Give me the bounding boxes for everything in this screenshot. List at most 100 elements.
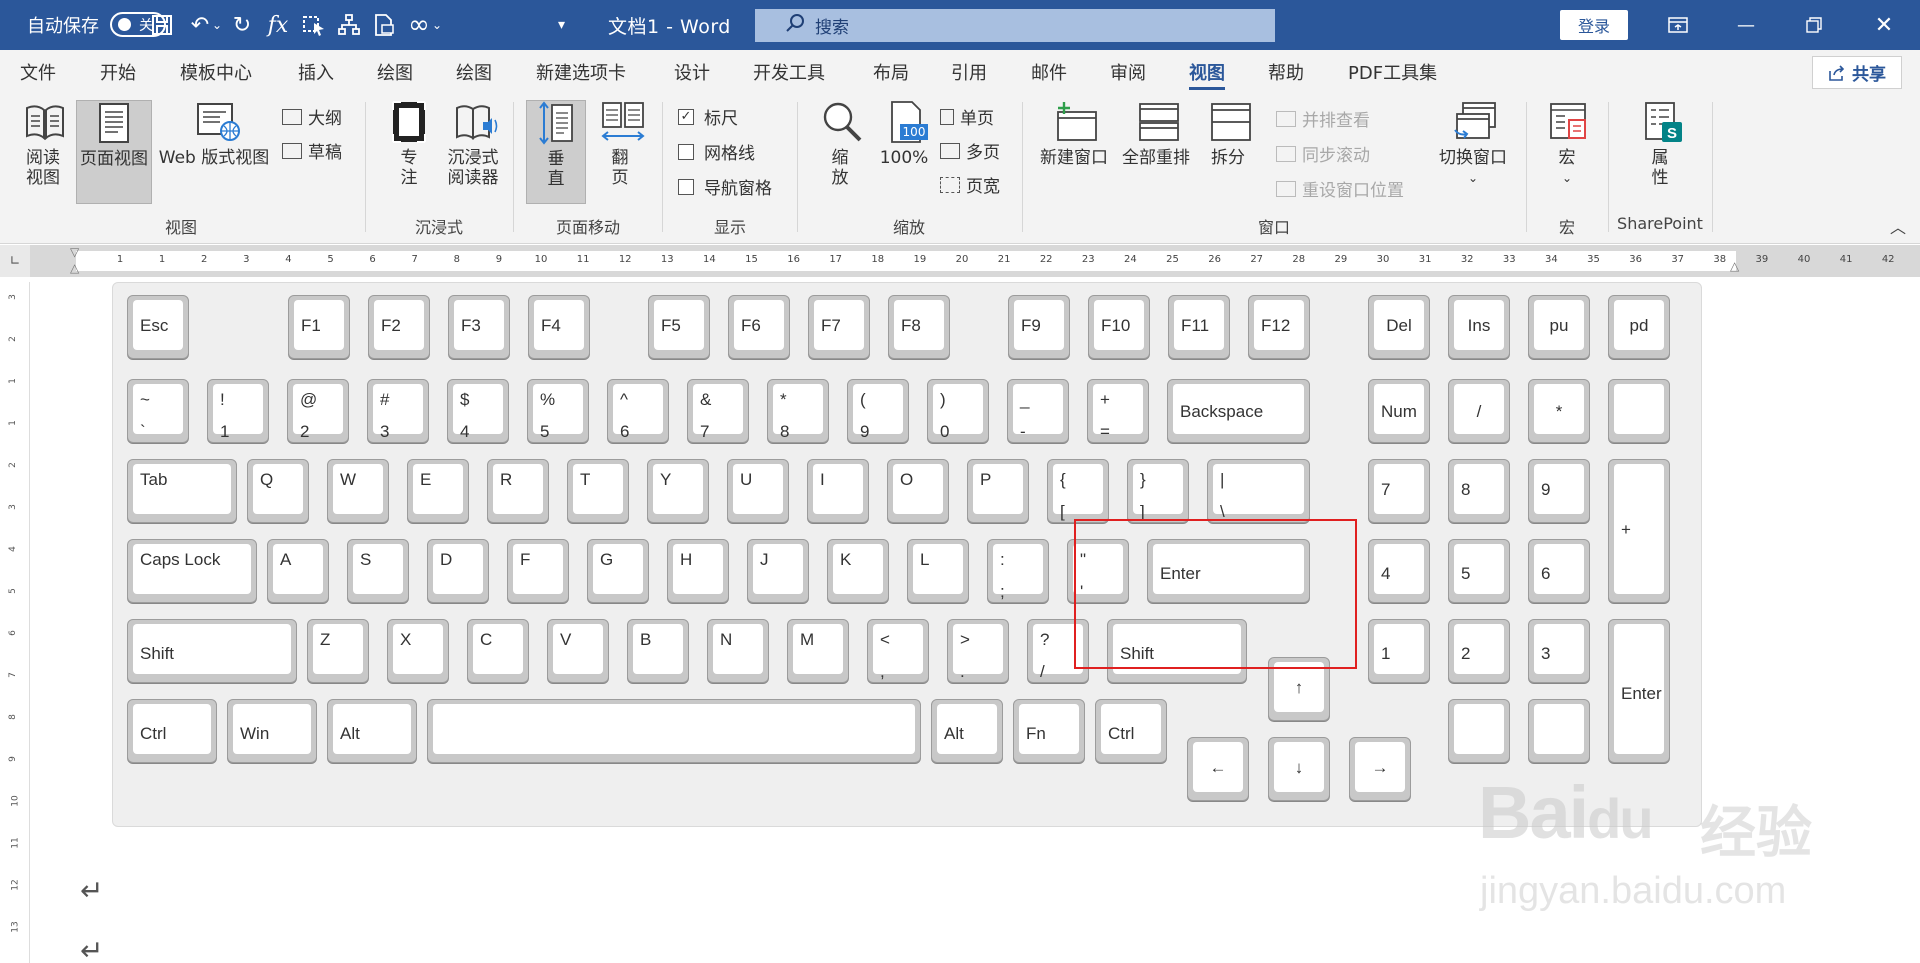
reset-position-icon [1276, 180, 1296, 197]
tab-insert[interactable]: 插入 [298, 50, 334, 94]
reset-position-label: 重设窗口位置 [1302, 181, 1404, 201]
tab-draw-1[interactable]: 绘图 [377, 50, 413, 94]
zoom-button[interactable]: 缩 放 [812, 100, 868, 204]
document-check-icon[interactable] [368, 0, 400, 50]
login-button[interactable]: 登录 [1560, 10, 1628, 40]
print-layout-button[interactable]: 页面视图 [76, 100, 152, 204]
key-5: % 5 [527, 379, 589, 443]
nav-pane-checkbox[interactable]: 导航窗格 [678, 174, 772, 199]
arrange-all-button[interactable]: 全部重排 [1116, 100, 1196, 204]
one-page-button[interactable]: 单页 [940, 104, 994, 129]
tab-templates[interactable]: 模板中心 [180, 50, 252, 94]
minimize-icon[interactable]: — [1718, 0, 1774, 50]
tab-mailings[interactable]: 邮件 [1031, 50, 1067, 94]
vertical-ruler[interactable]: 3 2 1 1 2 3 4 5 6 7 8 9 10 11 12 13 [8, 282, 30, 963]
draft-button[interactable]: 草稿 [282, 138, 342, 163]
reset-window-position-button[interactable]: 重设窗口位置 [1276, 176, 1404, 201]
key-y: Y [647, 459, 709, 523]
org-chart-icon[interactable] [333, 0, 365, 50]
split-icon [1208, 100, 1251, 144]
undo-dropdown-icon[interactable]: ⌄ [212, 0, 222, 50]
web-layout-button[interactable]: Web 版式视图 [154, 100, 274, 204]
macros-label: 宏 [1558, 148, 1576, 168]
restore-icon[interactable] [1786, 0, 1842, 50]
focus-label-1: 专 [400, 148, 418, 168]
side-to-side-button[interactable]: 翻 页 [590, 100, 650, 204]
key-alt-right: Alt [931, 699, 1003, 763]
ruler-tick-label: 33 [1502, 254, 1516, 265]
left-indent-marker[interactable]: △ [70, 261, 79, 275]
horizontal-ruler[interactable]: 1 1 2 3 4 5 6 7 8 9 10 11 12 13 14 15 16 17 18 19 20 21 22 23 24… [30, 245, 1920, 277]
share-button[interactable]: 共享 [1812, 56, 1902, 89]
key-4: $4 [447, 379, 509, 443]
vertical-ruler-tick-label: 9 [7, 756, 18, 762]
vertical-ruler-tick-label: 2 [7, 336, 18, 342]
key-e: E [407, 459, 469, 523]
tab-file[interactable]: 文件 [20, 50, 56, 94]
tab-review[interactable]: 审阅 [1110, 50, 1146, 94]
draft-icon [282, 142, 302, 159]
select-objects-icon[interactable] [298, 0, 330, 50]
tab-new-tab[interactable]: 新建选项卡 [536, 50, 626, 94]
zoom-100-button[interactable]: 100 100% [872, 100, 936, 204]
page-width-button[interactable]: 页宽 [940, 172, 1000, 197]
key-f4: F4 [528, 295, 590, 359]
tab-layout[interactable]: 布局 [873, 50, 909, 94]
key-l: L [907, 539, 969, 603]
close-icon[interactable]: ✕ [1856, 0, 1912, 50]
tab-view[interactable]: 视图 [1189, 50, 1225, 94]
more-dropdown-icon[interactable]: ⌄ [432, 0, 442, 50]
tab-help[interactable]: 帮助 [1268, 50, 1304, 94]
read-mode-label-2: 视图 [26, 168, 60, 188]
split-button[interactable]: 拆分 [1196, 100, 1260, 204]
key-f: F [507, 539, 569, 603]
gridlines-checkbox[interactable]: 网格线 [678, 139, 755, 164]
properties-button[interactable]: S 属 性 [1630, 100, 1690, 204]
tab-developer[interactable]: 开发工具 [753, 50, 825, 94]
paragraph-mark-2: ↵ [80, 934, 104, 963]
tab-selector[interactable]: ∟ [0, 245, 30, 277]
read-mode-button[interactable]: 阅读 视图 [12, 100, 74, 204]
switch-windows-button[interactable]: 切换窗口 ⌄ [1432, 100, 1514, 204]
redo-icon[interactable]: ↻ [226, 0, 258, 50]
infinity-icon[interactable]: ∞ [403, 0, 435, 50]
save-icon[interactable] [146, 0, 178, 50]
tab-design[interactable]: 设计 [674, 50, 710, 94]
ruler-tick-label: 18 [871, 254, 885, 265]
key-num-divide: / [1448, 379, 1510, 443]
focus-button[interactable]: 专 注 [376, 100, 442, 204]
tab-home[interactable]: 开始 [100, 50, 136, 94]
keyboard-image[interactable]: Esc F1 F2 F3 F4 F5 F6 F7 F8 F9 F10 F11 F… [112, 282, 1702, 827]
ruler-check-icon: ✓ [678, 108, 694, 125]
group-divider [1022, 102, 1023, 232]
equation-icon[interactable]: fx [262, 0, 294, 50]
immersive-reader-button[interactable]: 沉浸式 阅读器 [438, 100, 508, 204]
ruler-tick-label: 40 [1797, 254, 1811, 265]
key-w: W [327, 459, 389, 523]
right-indent-marker[interactable]: △ [1730, 259, 1739, 273]
key-numlock: Num [1368, 379, 1430, 443]
immersive-reader-icon [453, 100, 498, 144]
ruler-tick-label: 31 [1418, 254, 1432, 265]
outline-button[interactable]: 大纲 [282, 104, 342, 129]
key-minus: _ - [1007, 379, 1069, 443]
tab-pdf-tools[interactable]: PDF工具集 [1348, 50, 1437, 94]
multiple-pages-button[interactable]: 多页 [940, 138, 1000, 163]
ruler-tick-label: 27 [1250, 254, 1264, 265]
tab-draw-2[interactable]: 绘图 [456, 50, 492, 94]
ruler-checkbox[interactable]: ✓ 标尺 [678, 104, 738, 129]
collapse-ribbon-icon[interactable]: ︿ [1890, 214, 1906, 238]
first-line-indent-marker[interactable]: ▽ [70, 245, 79, 259]
side-to-side-icon [600, 100, 645, 144]
view-side-by-side-button[interactable]: 并排查看 [1276, 106, 1370, 131]
new-window-button[interactable]: 新建窗口 [1034, 100, 1114, 204]
sync-scroll-button[interactable]: 同步滚动 [1276, 141, 1370, 166]
ribbon-display-options-icon[interactable] [1650, 0, 1706, 50]
vertical-ruler-tick-label: 3 [7, 504, 18, 510]
macros-button[interactable]: 宏 ⌄ [1540, 100, 1594, 204]
customize-qat-icon[interactable]: ▾ [558, 0, 565, 50]
tab-references[interactable]: 引用 [951, 50, 987, 94]
search-input[interactable]: 搜索 [755, 9, 1275, 42]
vertical-button[interactable]: 垂 直 [526, 100, 586, 204]
key-0: ) 0 [927, 379, 989, 443]
